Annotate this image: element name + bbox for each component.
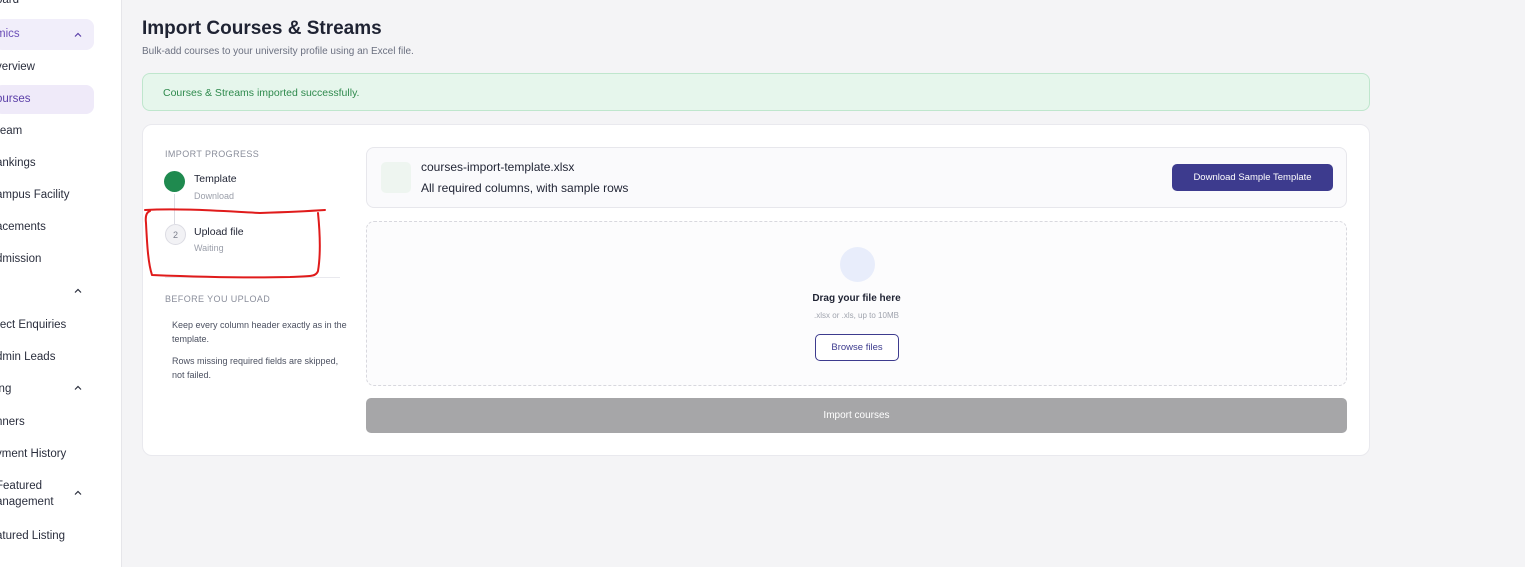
template-file-box: courses-import-template.xlsx All require…: [366, 147, 1347, 208]
step-upload-status: Waiting: [194, 243, 224, 253]
sidebar-item-overview[interactable]: verview: [0, 61, 35, 73]
progress-divider: [165, 277, 340, 278]
sidebar-item-payment-history[interactable]: yment History: [0, 448, 66, 460]
sidebar-item-banners[interactable]: nners: [0, 416, 25, 428]
step-upload-title: Upload file: [194, 226, 244, 238]
sidebar-item-placements[interactable]: acements: [0, 221, 46, 233]
sidebar-item-featured-listing[interactable]: atured Listing: [0, 530, 65, 542]
sidebar-item-dashboard[interactable]: oard: [0, 0, 19, 6]
chevron-up-icon[interactable]: [73, 30, 83, 40]
sidebar-group-featured-line2[interactable]: anagement: [0, 496, 54, 508]
sidebar-item-direct-enquiries[interactable]: rect Enquiries: [0, 319, 66, 331]
sidebar: oard mics verview ourses ream ankings am…: [0, 0, 122, 567]
before-upload-caption: BEFORE YOU UPLOAD: [165, 294, 271, 304]
download-template-button[interactable]: Download Sample Template: [1172, 164, 1333, 191]
import-progress-caption: IMPORT PROGRESS: [165, 149, 260, 159]
sidebar-item-rankings[interactable]: ankings: [0, 157, 36, 169]
sidebar-item-stream[interactable]: ream: [0, 125, 22, 137]
sidebar-group-listing[interactable]: ing: [0, 383, 11, 395]
file-dropzone[interactable]: Drag your file here .xlsx or .xls, up to…: [366, 221, 1347, 386]
success-alert-message: Courses & Streams imported successfully.: [163, 87, 360, 99]
sidebar-item-admission[interactable]: dmission: [0, 253, 41, 265]
step-number-badge: 2: [165, 224, 186, 245]
success-alert: Courses & Streams imported successfully.: [142, 73, 1370, 111]
step-connector: [174, 194, 175, 224]
spreadsheet-file-icon: [381, 162, 411, 193]
page-subtitle: Bulk-add courses to your university prof…: [142, 46, 414, 57]
chevron-up-icon[interactable]: [73, 286, 83, 296]
chevron-up-icon[interactable]: [73, 488, 83, 498]
dropzone-hint: .xlsx or .xls, up to 10MB: [814, 311, 899, 320]
sidebar-group-featured-line1[interactable]: Featured: [0, 480, 42, 492]
upload-icon: [840, 247, 875, 282]
sidebar-item-courses[interactable]: ourses: [0, 93, 31, 105]
tip-item: Rows missing required fields are skipped…: [172, 356, 339, 380]
sidebar-item-admin-leads[interactable]: dmin Leads: [0, 351, 55, 363]
sidebar-item-campus-facility[interactable]: ampus Facility: [0, 189, 70, 201]
template-file-description: All required columns, with sample rows: [421, 181, 629, 195]
step-template-title: Template: [194, 173, 237, 185]
tip-item: Keep every column header exactly as in t…: [172, 320, 347, 344]
import-courses-button[interactable]: Import courses: [366, 398, 1347, 433]
step-template-status: Download: [194, 191, 235, 201]
step-complete-icon: [164, 171, 185, 192]
page-title: Import Courses & Streams: [142, 18, 382, 39]
template-file-name: courses-import-template.xlsx: [421, 160, 575, 174]
sidebar-group-academics[interactable]: mics: [0, 28, 20, 40]
dropzone-title: Drag your file here: [812, 293, 901, 304]
chevron-up-icon[interactable]: [73, 383, 83, 393]
browse-files-button[interactable]: Browse files: [815, 334, 899, 361]
